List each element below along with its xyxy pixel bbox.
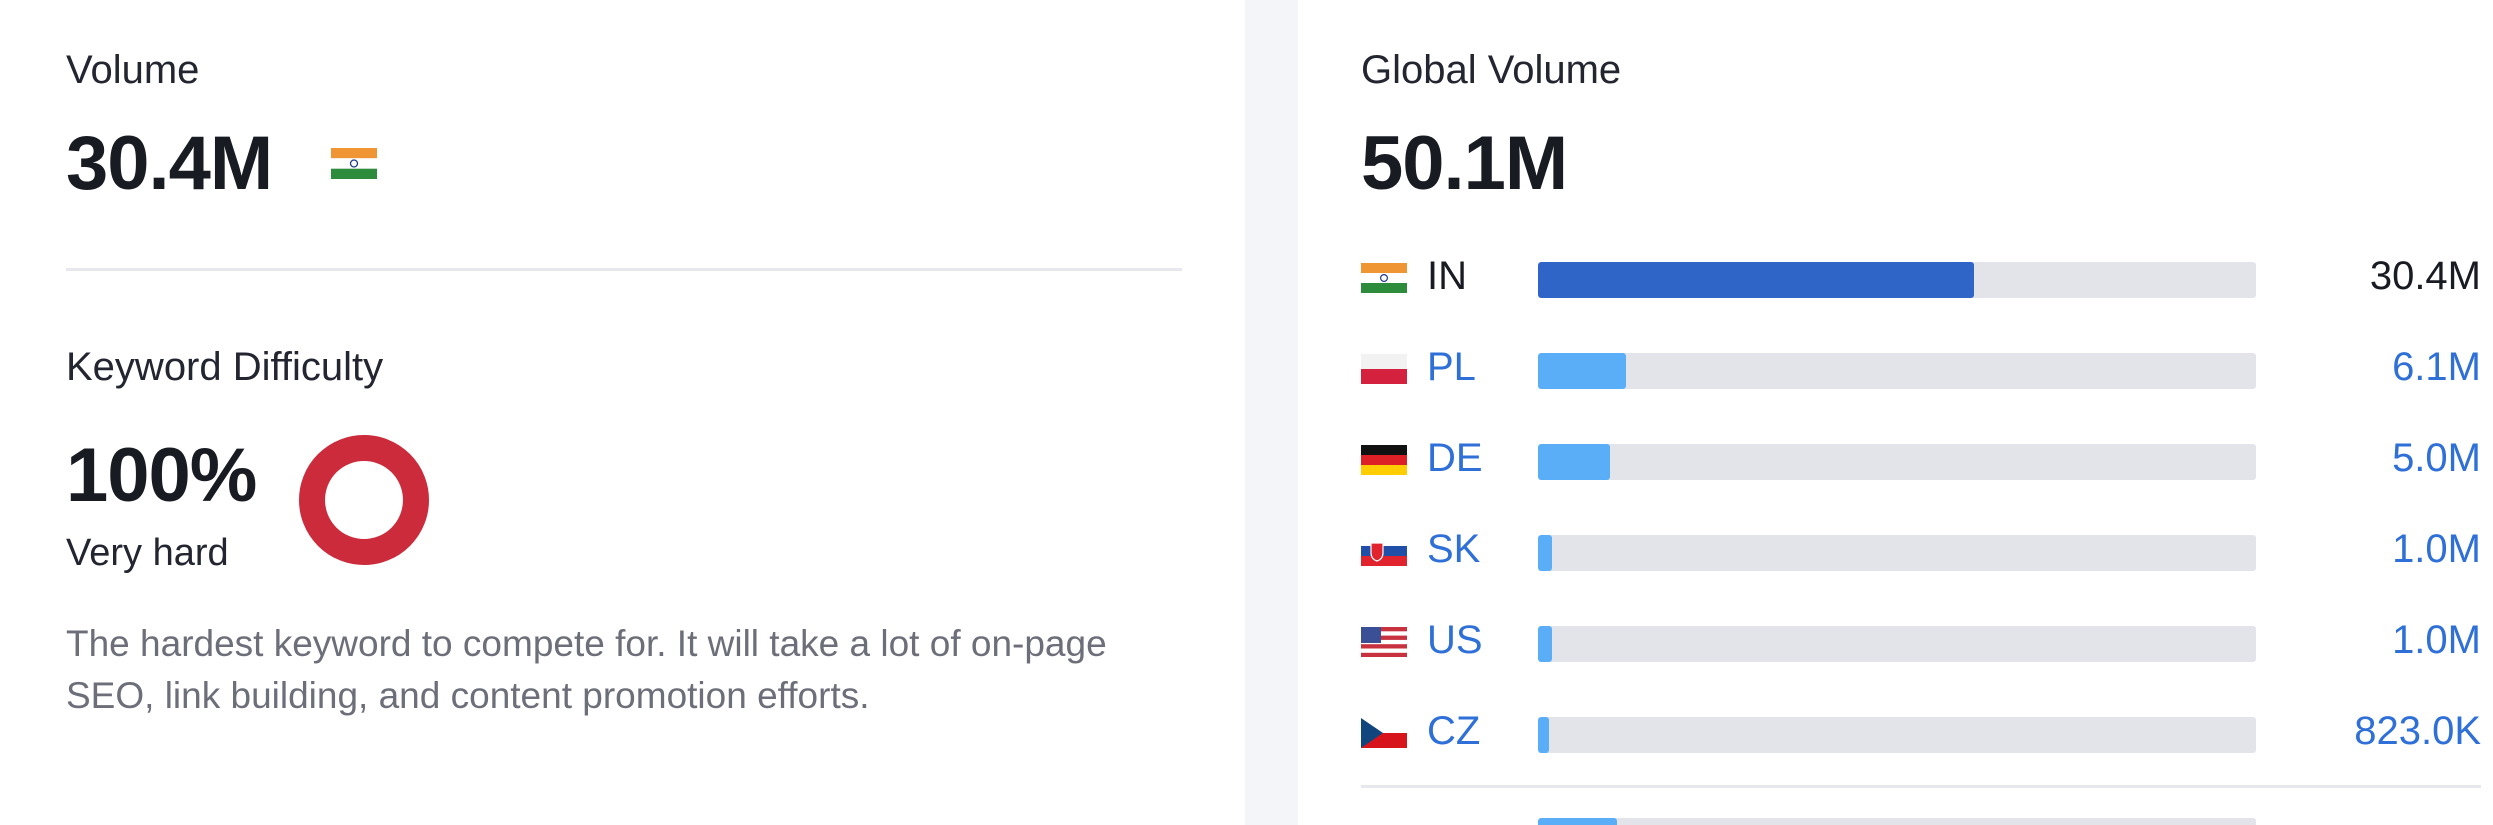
- volume-bar-track: [1538, 353, 2256, 389]
- country-row-de[interactable]: DE 5.0M: [1361, 434, 2481, 484]
- volume-bar-track: [1538, 818, 2256, 825]
- india-flag-icon: [331, 148, 377, 179]
- country-row-cz[interactable]: CZ 823.0K: [1361, 707, 2481, 757]
- us-flag-icon: [1361, 627, 1407, 657]
- volume-bar-track: [1538, 626, 2256, 662]
- volume-bar-track: [1538, 262, 2256, 298]
- country-code-link[interactable]: SK: [1427, 527, 1480, 572]
- divider: [1361, 785, 2481, 788]
- keyword-difficulty-level: Very hard: [66, 532, 229, 574]
- country-code: IN: [1427, 254, 1467, 298]
- volume-value: 30.4M: [66, 121, 273, 206]
- country-row-us[interactable]: US 1.0M: [1361, 616, 2481, 666]
- difficulty-donut-arc: [299, 435, 429, 565]
- others-row: [1361, 808, 2481, 825]
- country-volume-link[interactable]: 6.1M: [2392, 345, 2481, 390]
- country-volume-link[interactable]: 1.0M: [2392, 618, 2481, 663]
- volume-bar-fill: [1538, 626, 1553, 662]
- volume-bar-track: [1538, 444, 2256, 480]
- divider: [66, 268, 1182, 271]
- slovakia-flag-icon: [1361, 536, 1407, 566]
- difficulty-donut-chart: [299, 435, 429, 565]
- global-volume-value: 50.1M: [1361, 121, 1568, 206]
- country-row-sk[interactable]: SK 1.0M: [1361, 525, 2481, 575]
- global-volume-card: Global Volume 50.1M IN 30.4M PL 6.1M DE …: [1298, 0, 2493, 825]
- keyword-difficulty-value: 100%: [66, 433, 257, 518]
- volume-difficulty-card: Volume 30.4M Keyword Difficulty 100% Ver…: [0, 0, 1245, 825]
- volume-bar-fill: [1538, 262, 1974, 298]
- country-row-in: IN 30.4M: [1361, 252, 2481, 302]
- country-row-pl[interactable]: PL 6.1M: [1361, 343, 2481, 393]
- country-code-link[interactable]: CZ: [1427, 709, 1480, 754]
- volume-bar-fill: [1538, 717, 1550, 753]
- country-volume-link[interactable]: 5.0M: [2392, 436, 2481, 481]
- country-volume-link[interactable]: 1.0M: [2392, 527, 2481, 572]
- volume-bar-track: [1538, 535, 2256, 571]
- volume-bar-fill: [1538, 444, 1610, 480]
- volume-bar-fill: [1538, 535, 1553, 571]
- poland-flag-icon: [1361, 354, 1407, 384]
- keyword-difficulty-description: The hardest keyword to compete for. It w…: [66, 623, 1107, 716]
- country-volume-link[interactable]: 823.0K: [2354, 709, 2481, 754]
- country-code-link[interactable]: PL: [1427, 345, 1476, 390]
- volume-bar-track: [1538, 717, 2256, 753]
- volume-label: Volume: [66, 48, 200, 92]
- country-code-link[interactable]: US: [1427, 618, 1483, 663]
- global-volume-label: Global Volume: [1361, 48, 1622, 92]
- keyword-difficulty-label: Keyword Difficulty: [66, 345, 384, 389]
- germany-flag-icon: [1361, 445, 1407, 475]
- country-code-link[interactable]: DE: [1427, 436, 1483, 481]
- volume-bar-fill: [1538, 353, 1626, 389]
- czech-flag-icon: [1361, 718, 1407, 748]
- volume-bar-fill: [1538, 818, 1617, 825]
- india-flag-icon: [1361, 263, 1407, 293]
- country-volume-value: 30.4M: [2369, 254, 2481, 298]
